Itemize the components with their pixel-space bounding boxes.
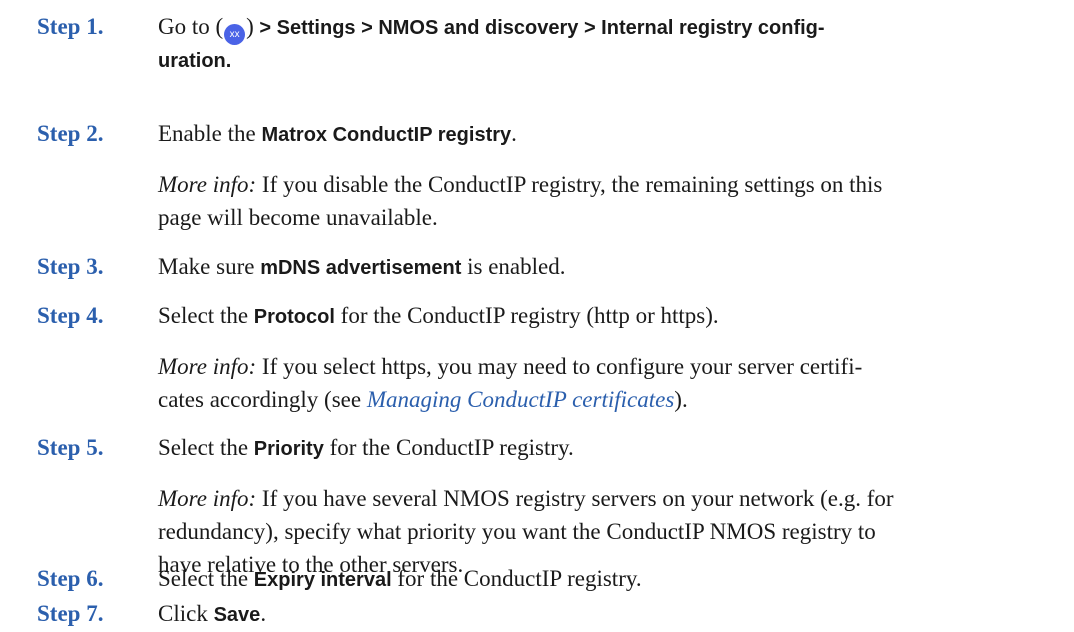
step-5-more-label: More info:: [158, 486, 257, 511]
step-4-more-text-2: cates accordingly (see: [158, 387, 367, 412]
step-1-line-1: Go to (xx) > Settings > NMOS and discove…: [158, 10, 1038, 45]
step-2-text-after: .: [511, 121, 517, 146]
step-4-more-text-1: If you select https, you may need to con…: [256, 354, 863, 379]
step-5-more-text-1: If you have several NMOS registry server…: [256, 486, 894, 511]
step-4-more-line-2: cates accordingly (see Managing ConductI…: [158, 383, 1038, 416]
step-2-more-line-1: More info: If you disable the ConductIP …: [158, 168, 1038, 201]
step-1-close-paren: ): [246, 14, 254, 39]
step-1-menu-path-cont: uration.: [158, 50, 232, 72]
xx-menu-icon: xx: [224, 24, 246, 45]
step-5-more-line-1: More info: If you have several NMOS regi…: [158, 482, 1038, 515]
step-4-more-label: More info:: [158, 354, 257, 379]
step-7-text-after: .: [260, 601, 267, 626]
step-6-text-before: Select the: [158, 566, 254, 591]
step-2-more-line-2: page will become unavailable.: [158, 205, 438, 230]
step-2-text-before: Enable the: [158, 121, 262, 146]
step-2-body: Enable the Matrox ConductIP registry.: [158, 117, 1038, 152]
step-5-more-line-2: redundancy), specify what priority you w…: [158, 519, 876, 544]
step-1-go-to-text: Go to (: [158, 14, 224, 39]
step-5-instruction: Select the Priority for the ConductIP re…: [158, 431, 1038, 466]
step-2-more-label: More info:: [158, 172, 257, 197]
step-4-label: Step 4.: [37, 303, 104, 328]
step-4-ui-text: Protocol: [253, 306, 335, 328]
step-7-ui-text: Save: [213, 604, 261, 626]
step-3-ui-text: mDNS advertisement: [260, 257, 462, 279]
step-2-more-info: More info: If you disable the ConductIP …: [158, 168, 1038, 234]
step-5-body: Select the Priority for the ConductIP re…: [158, 431, 1038, 466]
step-4-body: Select the Protocol for the ConductIP re…: [158, 299, 1038, 334]
step-4-more-info: More info: If you select https, you may …: [158, 350, 1038, 416]
step-7-label: Step 7.: [37, 601, 104, 626]
step-3-text-before: Make sure: [158, 254, 261, 279]
step-4-more-text-3: ).: [674, 387, 688, 412]
step-3-text-after: is enabled.: [461, 254, 566, 279]
step-1-body: Go to (xx) > Settings > NMOS and discove…: [158, 10, 1038, 78]
step-3-instruction: Make sure mDNS advertisement is enabled.: [158, 250, 1038, 285]
step-4-more-line-1: More info: If you select https, you may …: [158, 350, 1038, 383]
step-1-label: Step 1.: [37, 14, 104, 39]
step-2-label: Step 2.: [37, 121, 104, 146]
step-5-label: Step 5.: [37, 435, 104, 460]
step-3-body: Make sure mDNS advertisement is enabled.: [158, 250, 1038, 285]
step-2-more-text-1: If you disable the ConductIP registry, t…: [256, 172, 883, 197]
step-1-menu-path: > Settings > NMOS and discovery > Intern…: [253, 17, 825, 39]
step-4-instruction: Select the Protocol for the ConductIP re…: [158, 299, 1038, 334]
step-5-text-before: Select the: [158, 435, 254, 460]
step-6-instruction: Select the Expiry interval for the Condu…: [158, 562, 1038, 597]
step-6-label: Step 6.: [37, 566, 104, 591]
step-5-text-after: for the ConductIP registry.: [323, 435, 574, 460]
step-6-ui-text: Expiry interval: [253, 569, 392, 591]
step-6-body: Select the Expiry interval for the Condu…: [158, 562, 1038, 597]
step-4-text-after: for the ConductIP registry (http or http…: [334, 303, 719, 328]
step-7-instruction: Click Save.: [158, 597, 1038, 632]
managing-certificates-link[interactable]: Managing ConductIP certificates: [367, 387, 674, 412]
step-3-label: Step 3.: [37, 254, 104, 279]
step-2-instruction: Enable the Matrox ConductIP registry.: [158, 117, 1038, 152]
step-7-text-before: Click: [158, 601, 214, 626]
step-4-text-before: Select the: [158, 303, 254, 328]
step-2-ui-text: Matrox ConductIP registry: [261, 124, 512, 146]
step-7-body: Click Save.: [158, 597, 1038, 632]
step-5-ui-text: Priority: [253, 438, 324, 460]
step-6-text-after: for the ConductIP registry.: [391, 566, 642, 591]
